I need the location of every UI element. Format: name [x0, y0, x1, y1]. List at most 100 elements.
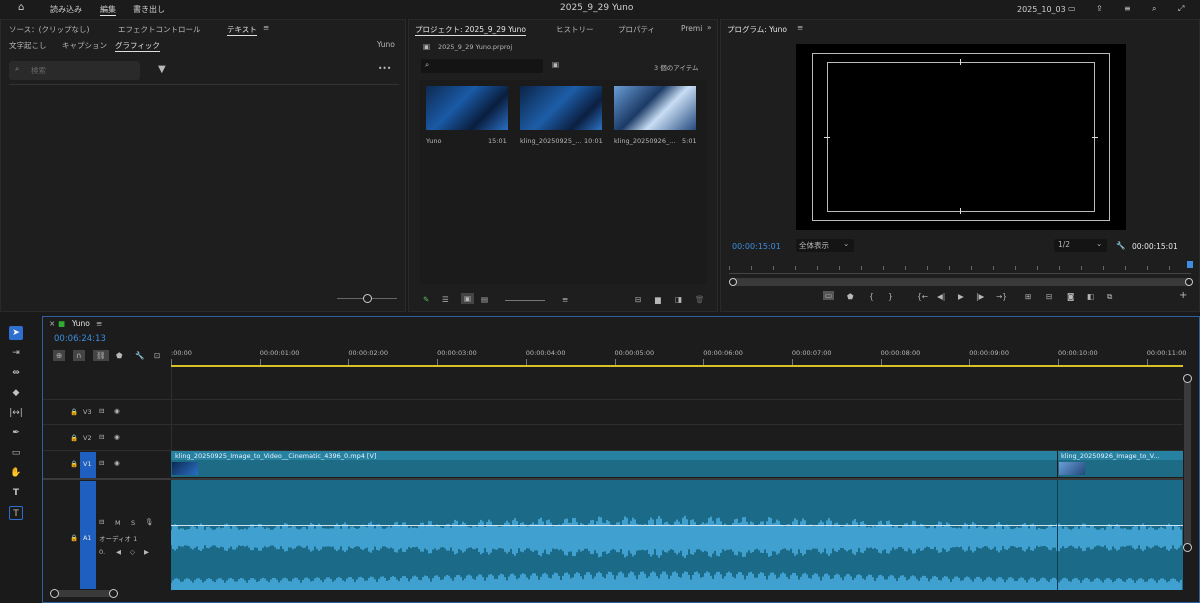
- time-ruler[interactable]: :00:00 00:00:01:00 00:00:02:00 00:00:03:00 0…: [171, 347, 1186, 367]
- compare-icon[interactable]: ◧: [1087, 292, 1094, 301]
- prev-keyframe-icon[interactable]: ◀: [116, 548, 121, 556]
- scroll-handle[interactable]: [1185, 278, 1193, 286]
- mark-in-icon[interactable]: {: [869, 292, 874, 301]
- resolution-select[interactable]: 1/2 ⌄: [1054, 239, 1107, 252]
- rectangle-icon[interactable]: ▭: [9, 446, 23, 460]
- more-icon[interactable]: •••: [378, 64, 391, 73]
- video-preview[interactable]: [796, 44, 1126, 230]
- track-select-icon[interactable]: ⇥: [9, 346, 23, 360]
- vertical-scrollbar[interactable]: [1184, 377, 1191, 552]
- tab-properties[interactable]: プロパティ: [618, 24, 655, 35]
- scroll-handle[interactable]: [1183, 543, 1192, 552]
- scroll-handle[interactable]: [729, 278, 737, 286]
- zoom-slider-handle[interactable]: [363, 294, 372, 303]
- automate-icon[interactable]: ⊟: [635, 295, 641, 304]
- tab-history[interactable]: ヒストリー: [556, 24, 594, 35]
- snap-icon[interactable]: ∩: [73, 350, 85, 361]
- camera-icon[interactable]: ◙: [1067, 292, 1074, 301]
- tab-effect-controls[interactable]: エフェクトコントロール: [118, 24, 201, 35]
- hand-icon[interactable]: ✋: [9, 466, 23, 480]
- zoom-scrollbar[interactable]: [729, 278, 1193, 286]
- sync-icon[interactable]: ⊟: [99, 433, 104, 441]
- lift-icon[interactable]: ⊞: [1025, 292, 1031, 301]
- pen-icon[interactable]: ✒: [9, 426, 23, 440]
- play-icon[interactable]: ▶: [958, 292, 964, 301]
- search-input[interactable]: ⌕ 検索: [9, 61, 140, 80]
- add-marker-icon[interactable]: ⬟: [847, 292, 854, 301]
- thumbnail[interactable]: [614, 86, 696, 130]
- captions-icon[interactable]: ⊡: [154, 351, 160, 360]
- menu-export[interactable]: 書き出し: [133, 4, 165, 15]
- subtab-transcript[interactable]: 文字起こし: [9, 40, 47, 51]
- sync-icon[interactable]: ⊟: [99, 459, 104, 467]
- work-area-bar[interactable]: [171, 365, 1183, 367]
- menu-import[interactable]: 読み込み: [50, 4, 82, 15]
- add-button-icon[interactable]: +: [1179, 290, 1187, 301]
- tab-project[interactable]: プロジェクト: 2025_9_29 Yuno: [415, 24, 527, 36]
- thumbnail[interactable]: [520, 86, 602, 130]
- volume-value[interactable]: 0.: [99, 548, 105, 556]
- menu-icon[interactable]: ≡: [96, 319, 102, 328]
- mark-out-icon[interactable]: }: [888, 292, 893, 301]
- safe-margins-icon[interactable]: ▭: [823, 291, 835, 300]
- wrench-icon[interactable]: 🔧: [1116, 241, 1125, 250]
- sequence-tab[interactable]: Yuno: [72, 319, 90, 328]
- tab-source[interactable]: ソース：(クリップなし): [9, 24, 89, 35]
- share-icon[interactable]: ⇪: [1096, 4, 1103, 13]
- video-clip[interactable]: kling_20250926_Image_to_V...: [1058, 451, 1183, 477]
- list-icon[interactable]: ≡: [1124, 4, 1131, 13]
- go-to-out-icon[interactable]: →}: [996, 292, 1007, 301]
- next-keyframe-icon[interactable]: ▶: [144, 548, 149, 556]
- fit-select[interactable]: 全体表示 ⌄: [796, 239, 854, 252]
- scroll-handle[interactable]: [50, 589, 59, 598]
- home-icon[interactable]: ⌂: [18, 2, 24, 13]
- horizontal-scrollbar[interactable]: [53, 590, 115, 597]
- subtab-graphics[interactable]: グラフィック: [115, 40, 160, 52]
- tab-text[interactable]: テキスト: [227, 24, 257, 36]
- search-icon[interactable]: ⌕: [1152, 4, 1156, 14]
- tab-premi[interactable]: Premi: [681, 24, 702, 33]
- selection-tool-icon[interactable]: ➤: [9, 326, 23, 340]
- lock-icon[interactable]: 🔒: [70, 408, 78, 416]
- icon-view-icon[interactable]: ▣: [461, 293, 475, 304]
- freeform-icon[interactable]: ▤: [481, 295, 488, 304]
- mic-icon[interactable]: 🎙: [145, 518, 153, 526]
- bin-icon[interactable]: ▣: [552, 60, 559, 69]
- menu-edit[interactable]: 編集: [100, 4, 116, 16]
- list-view-icon[interactable]: ☰: [442, 295, 449, 304]
- mini-ruler[interactable]: [729, 260, 1191, 274]
- vr-icon[interactable]: ⧉: [1107, 292, 1112, 302]
- program-timecode[interactable]: 00:00:15:01: [732, 242, 781, 251]
- step-forward-icon[interactable]: |▶: [976, 292, 984, 301]
- playhead-marker[interactable]: [1187, 261, 1193, 268]
- ripple-edit-icon[interactable]: ⇹: [9, 366, 23, 380]
- sync-icon[interactable]: ⊟: [99, 407, 104, 415]
- thumb-size-slider[interactable]: [505, 300, 545, 301]
- pencil-icon[interactable]: ✎: [423, 295, 429, 304]
- mute-button[interactable]: M: [115, 519, 121, 527]
- panel-icon[interactable]: ▭: [1068, 4, 1076, 13]
- close-icon[interactable]: ×: [49, 319, 55, 328]
- audio-clip[interactable]: [171, 480, 1183, 590]
- scroll-handle[interactable]: [109, 589, 118, 598]
- more-tabs-icon[interactable]: »: [707, 23, 712, 32]
- volume-rubberband[interactable]: [171, 525, 1183, 526]
- wrench-icon[interactable]: 🔧: [135, 351, 144, 360]
- fullscreen-icon[interactable]: ⤢: [1178, 4, 1184, 14]
- solo-button[interactable]: S: [131, 519, 135, 527]
- menu-icon[interactable]: ≡: [797, 23, 803, 32]
- sync-icon[interactable]: ⊟: [99, 518, 104, 526]
- scroll-handle[interactable]: [1183, 374, 1192, 383]
- add-marker-icon[interactable]: ⬟: [116, 351, 123, 360]
- subtab-captions[interactable]: キャプション: [62, 40, 107, 51]
- menu-icon[interactable]: ≡: [263, 23, 269, 32]
- new-bin-icon[interactable]: ▆: [655, 295, 661, 304]
- new-item-icon[interactable]: ◨: [675, 295, 682, 304]
- eye-icon[interactable]: ◉: [114, 433, 120, 441]
- lock-icon[interactable]: 🔒: [70, 460, 78, 468]
- caption-tool-icon[interactable]: T: [9, 506, 23, 520]
- razor-icon[interactable]: ◆: [9, 386, 23, 400]
- filter-icon[interactable]: ▼: [158, 64, 166, 75]
- project-search[interactable]: ⌕: [421, 59, 543, 73]
- nest-icon[interactable]: ⊕: [53, 350, 66, 361]
